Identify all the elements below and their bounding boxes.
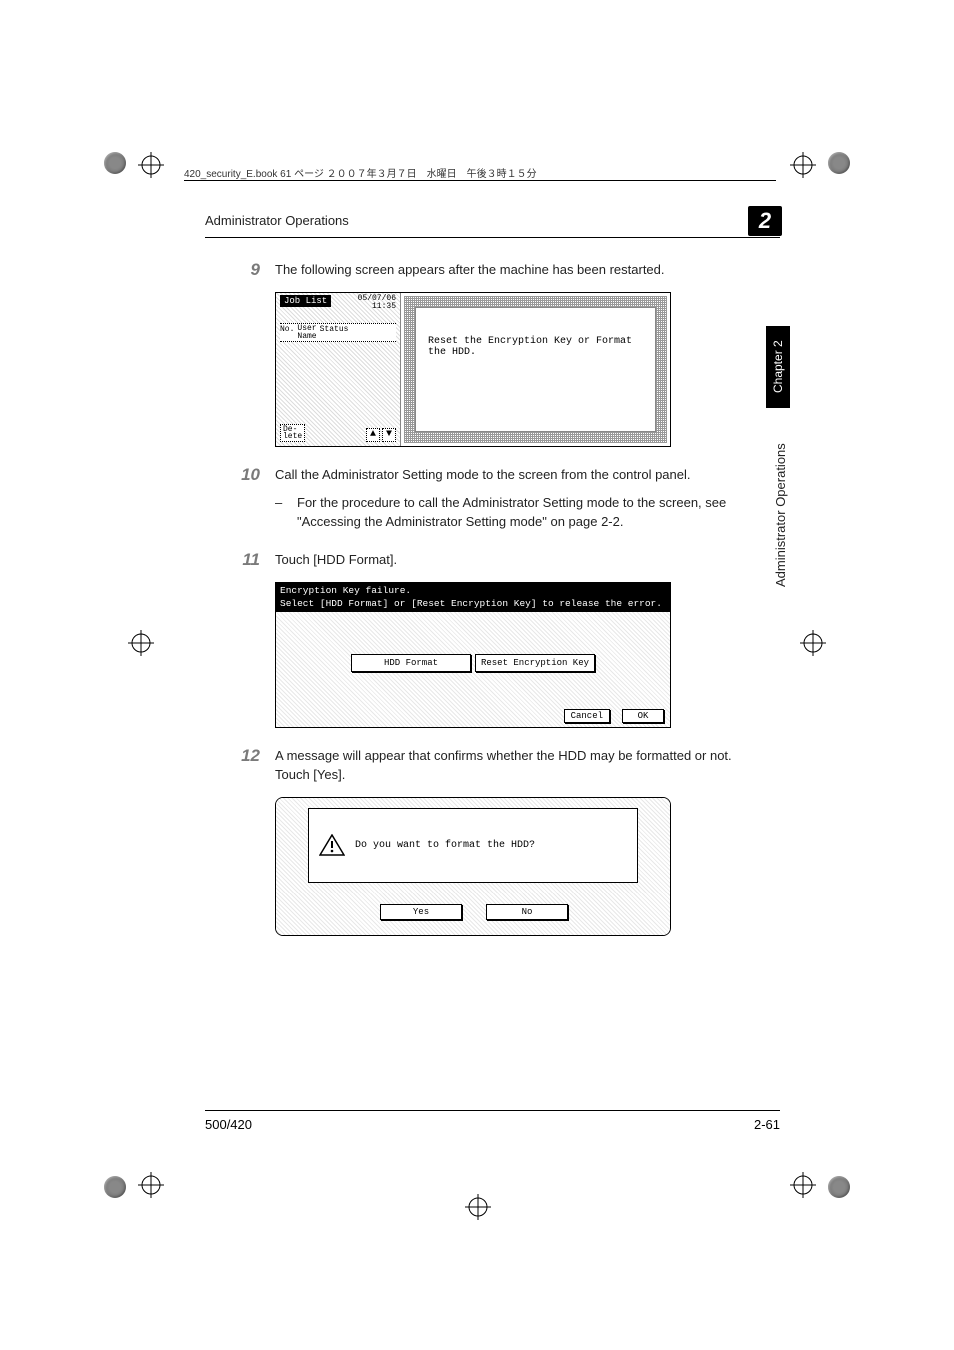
- side-chapter-tab: Chapter 2: [766, 326, 790, 408]
- up-arrow-button[interactable]: ▲: [366, 428, 380, 442]
- registration-mark: [800, 630, 826, 656]
- step-number: 10: [205, 465, 275, 532]
- delete-button[interactable]: De- lete: [280, 424, 305, 442]
- bullet-dash: –: [275, 493, 297, 532]
- table-header: No. User Name Status: [280, 323, 396, 341]
- message-panel: Reset the Encryption Key or Format the H…: [415, 307, 656, 432]
- crop-sphere: [828, 152, 850, 174]
- cancel-button[interactable]: Cancel: [564, 709, 610, 723]
- page-content: Administrator Operations 2 9 The followi…: [205, 212, 780, 936]
- reset-encryption-key-button[interactable]: Reset Encryption Key: [475, 654, 595, 672]
- chapter-tab: 2: [748, 206, 782, 236]
- registration-mark: [138, 152, 164, 178]
- hdd-format-button[interactable]: HDD Format: [351, 654, 471, 672]
- registration-mark: [128, 630, 154, 656]
- step-10: 10 Call the Administrator Setting mode t…: [205, 465, 780, 532]
- step-12: 12 A message will appear that confirms w…: [205, 746, 780, 785]
- step-text: A message will appear that confirms whet…: [275, 746, 780, 766]
- ok-button[interactable]: OK: [622, 709, 664, 723]
- error-header: Encryption Key failure. Select [HDD Form…: [276, 583, 670, 612]
- running-head-text: Administrator Operations: [205, 213, 349, 228]
- step-number: 12: [205, 746, 275, 785]
- registration-mark: [790, 1172, 816, 1198]
- screenshot-1: Job List 05/07/0611:35 No. User Name Sta…: [275, 292, 671, 447]
- crop-sphere: [828, 1176, 850, 1198]
- registration-mark: [138, 1172, 164, 1198]
- down-arrow-button[interactable]: ▼: [382, 428, 396, 442]
- step-text: Call the Administrator Setting mode to t…: [275, 465, 780, 485]
- date-time: 05/07/0611:35: [358, 295, 396, 311]
- step-number: 11: [205, 550, 275, 570]
- registration-mark: [790, 152, 816, 178]
- page-header-rule: [184, 180, 776, 181]
- confirm-message: Do you want to format the HDD?: [355, 840, 535, 851]
- page-footer: 500/420 2-61: [205, 1110, 780, 1132]
- bullet-text: For the procedure to call the Administra…: [297, 493, 780, 532]
- footer-left: 500/420: [205, 1117, 252, 1132]
- footer-right: 2-61: [754, 1117, 780, 1132]
- page-header: 420_security_E.book 61 ページ ２００７年３月７日 水曜日…: [184, 165, 537, 180]
- step-11: 11 Touch [HDD Format].: [205, 550, 780, 570]
- screenshot-3: Do you want to format the HDD? Yes No: [275, 797, 671, 936]
- running-head: Administrator Operations 2: [205, 212, 780, 242]
- warning-icon: [319, 834, 345, 856]
- step-9: 9 The following screen appears after the…: [205, 260, 780, 280]
- step-text: The following screen appears after the m…: [275, 260, 780, 280]
- registration-mark: [465, 1194, 491, 1220]
- crop-sphere: [104, 1176, 126, 1198]
- no-button[interactable]: No: [486, 904, 568, 920]
- step-number: 9: [205, 260, 275, 280]
- job-list-tab: Job List: [280, 295, 331, 307]
- yes-button[interactable]: Yes: [380, 904, 462, 920]
- screenshot-2: Encryption Key failure. Select [HDD Form…: [275, 582, 671, 728]
- step-text: Touch [HDD Format].: [275, 550, 780, 570]
- crop-sphere: [104, 152, 126, 174]
- side-section-label: Administrator Operations: [773, 430, 788, 600]
- step-text-2: Touch [Yes].: [275, 765, 780, 785]
